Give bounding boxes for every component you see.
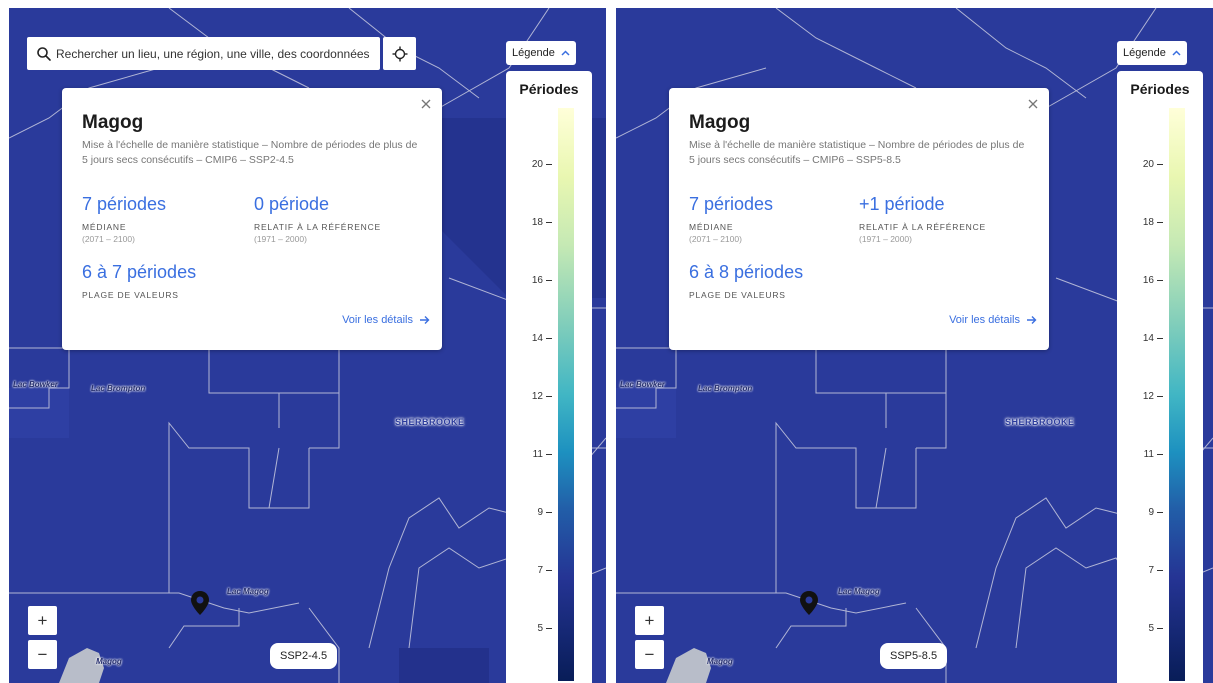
legend-tick: 12 [506,391,552,403]
map-label-lac-magog: Lac Magog [227,587,269,596]
map-label-sherbrooke: SHERBROOKE [1005,417,1075,427]
legend-color-scale [1169,108,1185,681]
legend-tick: 5 [506,623,552,635]
zoom-in-button[interactable]: + [28,606,57,635]
relative-years: (1971 – 2000) [859,234,912,244]
legend-tick: 11 [506,449,552,461]
map-panel-ssp585[interactable]: Lac Bowker Lac Brompton SHERBROOKE Lac M… [616,8,1213,683]
legend-toggle-button[interactable]: Légende [506,41,576,65]
map-label-magog: Magog [96,657,122,666]
legend-tick: 9 [1117,507,1163,519]
legend-title: Périodes [519,81,579,97]
legend-tick: 5 [1117,623,1163,635]
legend-tick: 12 [1117,391,1163,403]
legend-tick: 7 [506,565,552,577]
relative-label: RELATIF À LA RÉFÉRENCE [254,222,382,232]
popup-description: Mise à l'échelle de manière statistique … [82,139,418,166]
location-popup: Magog Mise à l'échelle de manière statis… [669,88,1049,350]
legend-tick: 14 [1117,333,1163,345]
scenario-badge[interactable]: SSP2-4.5 [270,643,338,669]
arrow-right-icon [420,316,430,324]
legend-toggle-label: Légende [1123,47,1166,59]
legend-color-scale [558,108,574,681]
relative-years: (1971 – 2000) [254,234,307,244]
details-link-label: Voir les détails [949,314,1020,326]
popup-description: Mise à l'échelle de manière statistique … [689,139,1025,166]
scenario-badge[interactable]: SSP5-8.5 [880,643,948,669]
range-label: PLAGE DE VALEURS [689,290,786,300]
map-label-lac-bowker: Lac Bowker [620,380,665,389]
range-label: PLAGE DE VALEURS [82,290,179,300]
zoom-in-button[interactable]: + [635,606,664,635]
legend-title: Périodes [1130,81,1190,97]
legend-panel: Périodes 20 18 16 14 12 11 9 7 5 [1117,71,1203,683]
search-icon [37,46,51,61]
legend-tick: 14 [506,333,552,345]
legend-tick: 20 [1117,159,1163,171]
map-label-lac-magog: Lac Magog [838,587,880,596]
locate-button[interactable] [383,37,416,70]
map-label-lac-bowker: Lac Bowker [13,380,58,389]
legend-tick: 9 [506,507,552,519]
legend-tick: 18 [1117,217,1163,229]
details-link[interactable]: Voir les détails [342,314,430,326]
median-value: 7 périodes [82,194,167,214]
legend-toggle-label: Légende [512,47,555,59]
crosshair-icon [392,46,407,61]
median-label: MÉDIANE [82,222,127,232]
legend-tick: 16 [1117,275,1163,287]
relative-value: +1 période [859,194,945,214]
legend-panel: Périodes 20 18 16 14 12 11 9 7 5 [506,71,592,683]
zoom-out-button[interactable]: − [28,640,57,669]
arrow-right-icon [1027,316,1037,324]
map-label-lac-brompton: Lac Brompton [698,384,753,393]
chevron-up-icon [1172,50,1181,56]
details-link-label: Voir les détails [342,314,413,326]
location-popup: Magog Mise à l'échelle de manière statis… [62,88,442,350]
legend-tick: 11 [1117,449,1163,461]
popup-city-name: Magog [82,112,144,133]
map-label-lac-brompton: Lac Brompton [91,384,146,393]
close-icon[interactable] [1027,98,1039,110]
range-value: 6 à 7 périodes [82,262,197,282]
range-value: 6 à 8 périodes [689,262,804,282]
map-label-magog: Magog [707,657,733,666]
legend-tick: 7 [1117,565,1163,577]
map-label-sherbrooke: SHERBROOKE [395,417,465,427]
location-pin-icon[interactable] [799,590,819,616]
legend-tick: 16 [506,275,552,287]
relative-label: RELATIF À LA RÉFÉRENCE [859,222,987,232]
median-years: (2071 – 2100) [689,234,742,244]
close-icon[interactable] [420,98,432,110]
chevron-up-icon [561,50,570,56]
legend-tick: 20 [506,159,552,171]
search-bar[interactable] [27,37,380,70]
median-value: 7 périodes [689,194,774,214]
zoom-out-button[interactable]: − [635,640,664,669]
map-panel-ssp245[interactable]: Lac Bowker Lac Brompton SHERBROOKE Lac M… [9,8,606,683]
search-input[interactable] [56,46,376,61]
location-pin-icon[interactable] [190,590,210,616]
legend-tick: 18 [506,217,552,229]
legend-toggle-button[interactable]: Légende [1117,41,1187,65]
popup-city-name: Magog [689,112,751,133]
details-link[interactable]: Voir les détails [949,314,1037,326]
median-label: MÉDIANE [689,222,734,232]
relative-value: 0 période [254,194,330,214]
median-years: (2071 – 2100) [82,234,135,244]
